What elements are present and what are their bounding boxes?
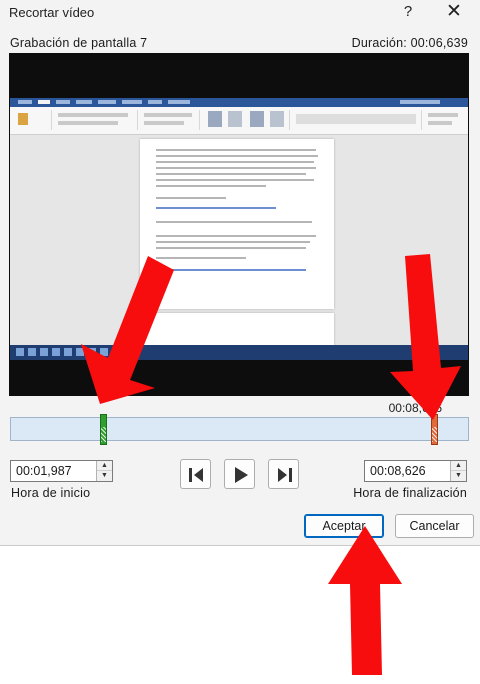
video-preview[interactable] bbox=[9, 53, 469, 396]
previous-frame-button[interactable] bbox=[180, 459, 211, 489]
start-time-up-icon[interactable]: ▲ bbox=[97, 461, 112, 471]
video-duration: Duración: 00:06,639 bbox=[351, 36, 468, 50]
document-page bbox=[140, 139, 334, 309]
end-time-up-icon[interactable]: ▲ bbox=[451, 461, 466, 471]
start-time-spin-buttons: ▲ ▼ bbox=[96, 461, 112, 481]
end-time-label: Hora de finalización bbox=[353, 486, 467, 500]
end-time-spinner[interactable]: 00:08,626 ▲ ▼ bbox=[364, 460, 467, 482]
start-time-label: Hora de inicio bbox=[11, 486, 91, 500]
timeline-end-time: 00:08,626 bbox=[388, 401, 442, 415]
title-bar: Recortar vídeo ? ✕ bbox=[0, 0, 480, 26]
next-frame-button[interactable] bbox=[268, 459, 299, 489]
end-time-down-icon[interactable]: ▼ bbox=[451, 471, 466, 481]
cancel-button[interactable]: Cancelar bbox=[395, 514, 474, 538]
next-frame-icon bbox=[278, 468, 292, 482]
word-ribbon bbox=[10, 107, 468, 135]
dialog-title: Recortar vídeo bbox=[9, 5, 95, 20]
play-icon bbox=[235, 467, 248, 483]
annotation-arrow-ok bbox=[328, 526, 402, 675]
end-trim-handle[interactable] bbox=[431, 414, 438, 445]
document-area bbox=[10, 135, 468, 345]
play-button[interactable] bbox=[224, 459, 255, 489]
start-time-input[interactable]: 00:01,987 bbox=[16, 464, 72, 478]
video-name: Grabación de pantalla 7 bbox=[10, 36, 148, 50]
help-button[interactable]: ? bbox=[398, 2, 418, 22]
end-time-spin-buttons: ▲ ▼ bbox=[450, 461, 466, 481]
windows-taskbar bbox=[10, 345, 468, 360]
start-time-down-icon[interactable]: ▼ bbox=[97, 471, 112, 481]
word-ribbon-tabs bbox=[10, 98, 468, 107]
close-button[interactable]: ✕ bbox=[442, 1, 466, 23]
trim-timeline[interactable] bbox=[10, 417, 469, 441]
document-page-next bbox=[140, 313, 334, 345]
start-time-spinner[interactable]: 00:01,987 ▲ ▼ bbox=[10, 460, 113, 482]
recorded-screen-frame bbox=[10, 98, 468, 360]
end-time-input[interactable]: 00:08,626 bbox=[370, 464, 426, 478]
start-trim-handle[interactable] bbox=[100, 414, 107, 445]
ok-button[interactable]: Aceptar bbox=[304, 514, 384, 538]
trim-video-dialog: Recortar vídeo ? ✕ Grabación de pantalla… bbox=[0, 0, 480, 546]
previous-frame-icon bbox=[189, 468, 203, 482]
